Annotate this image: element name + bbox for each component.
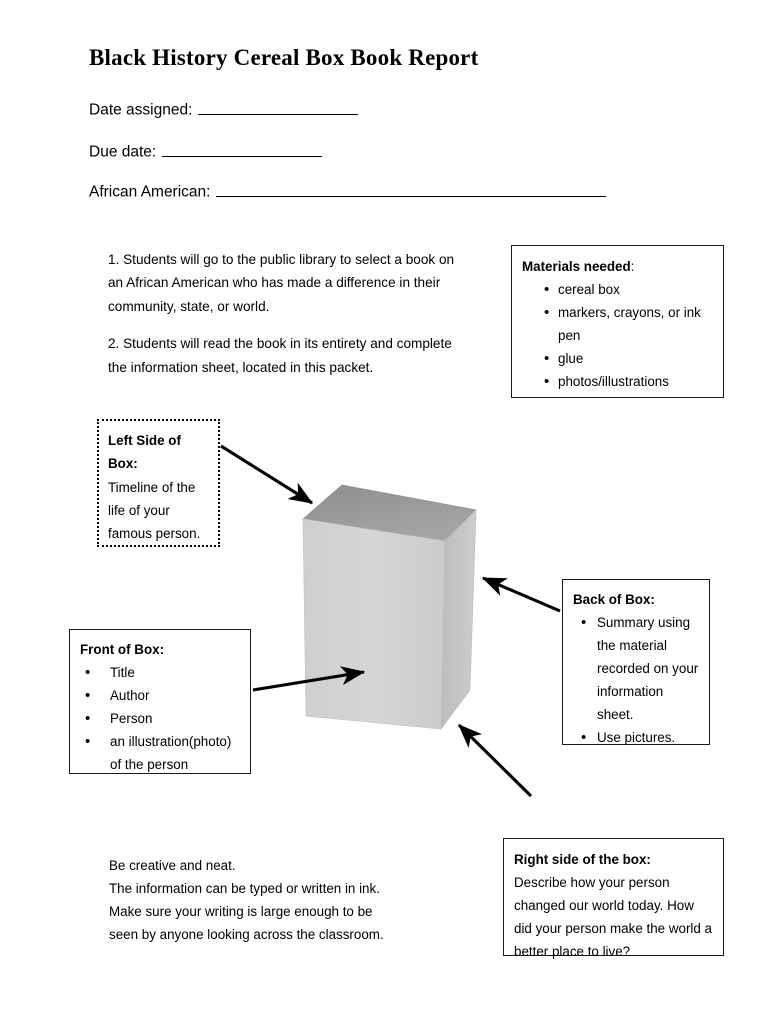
worksheet-page: Black History Cereal Box Book Report Dat…: [0, 0, 770, 1024]
front-of-box-list: Title Author Person an illustration(phot…: [80, 660, 244, 776]
materials-needed-heading-colon: :: [630, 259, 635, 274]
list-item: Author: [85, 683, 244, 709]
materials-needed-heading-text: Materials needed: [522, 259, 631, 274]
field-date-assigned-label: Date assigned:: [89, 101, 193, 119]
field-due-date-rule[interactable]: [162, 141, 323, 157]
instruction-step-2: 2. Students will read the book in its en…: [108, 336, 452, 375]
list-item: markers, crayons, or ink pen: [544, 300, 715, 347]
list-item: Title: [85, 660, 244, 686]
list-item: photos/illustrations: [544, 369, 715, 395]
arrow-to-right-side-of-box: [457, 723, 533, 798]
instruction-step-1: 1. Students will go to the public librar…: [108, 252, 455, 314]
list-item: an illustration(photo) of the person: [85, 729, 244, 776]
left-side-of-box-callout: Left Side of Box: Timeline of the life o…: [97, 419, 220, 547]
right-side-of-box-text: Describe how your person changed our wor…: [514, 875, 712, 960]
field-african-american[interactable]: African American:: [89, 181, 607, 202]
list-item: glue: [544, 346, 715, 372]
back-of-box-heading: Back of Box:: [573, 592, 655, 607]
cereal-box-top-face: [302, 484, 477, 542]
right-side-of-box-callout: Right side of the box: Describe how your…: [503, 838, 724, 959]
arrow-to-top-of-box: [220, 444, 314, 505]
front-of-box-callout: Front of Box: Title Author Person an ill…: [69, 629, 251, 774]
field-african-american-label: African American:: [89, 183, 211, 201]
instructions-block: 1. Students will go to the public librar…: [108, 248, 460, 379]
arrow-to-front-of-box: [252, 666, 366, 692]
list-item: Use pictures.: [581, 725, 703, 751]
closing-note-line-1: Be creative and neat.: [109, 858, 236, 873]
field-due-date-label: Due date:: [89, 143, 157, 161]
back-of-box-list: Summary using the material recorded on y…: [573, 610, 703, 751]
page-title: Black History Cereal Box Book Report: [89, 45, 479, 70]
right-side-of-box-heading: Right side of the box:: [514, 852, 651, 867]
cereal-box-front-face: [302, 518, 446, 730]
materials-needed-heading: Materials needed:: [522, 255, 715, 278]
materials-needed-box: Materials needed: cereal box markers, cr…: [511, 245, 724, 398]
closing-note-block: Be creative and neat. The information ca…: [109, 854, 387, 946]
list-item: Summary using the material recorded on y…: [581, 610, 703, 726]
left-side-of-box-heading: Left Side of Box:: [108, 433, 181, 472]
front-of-box-heading: Front of Box:: [80, 642, 165, 657]
materials-needed-list: cereal box markers, crayons, or ink pen …: [522, 277, 715, 395]
closing-note-line-2: The information can be typed or written …: [109, 881, 384, 943]
back-of-box-callout: Back of Box: Summary using the material …: [562, 579, 710, 751]
arrow-to-back-of-box: [481, 576, 561, 613]
field-due-date[interactable]: Due date:: [89, 141, 323, 162]
list-item: cereal box: [544, 277, 715, 303]
list-item: Person: [85, 706, 244, 732]
field-date-assigned[interactable]: Date assigned:: [89, 99, 359, 120]
cereal-box-side-face: [440, 509, 477, 731]
field-date-assigned-rule[interactable]: [198, 99, 359, 115]
field-african-american-rule[interactable]: [216, 181, 607, 197]
left-side-of-box-text: Timeline of the life of your famous pers…: [108, 479, 201, 542]
